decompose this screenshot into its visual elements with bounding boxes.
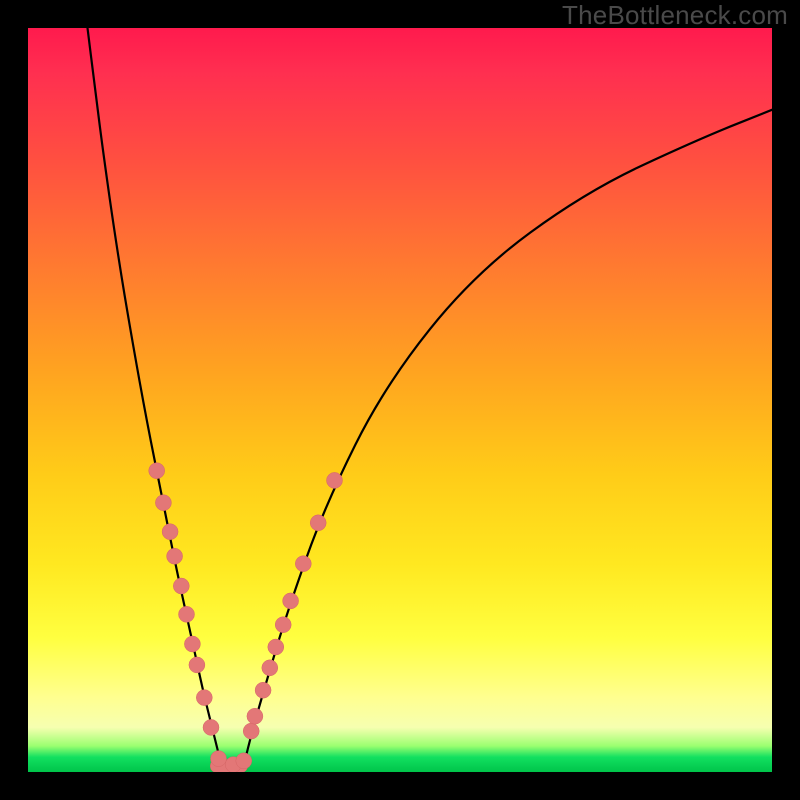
data-point <box>167 548 183 564</box>
data-point <box>149 463 165 479</box>
data-point <box>327 472 343 488</box>
data-point <box>203 719 219 735</box>
plot-area <box>28 28 772 772</box>
data-point <box>247 708 263 724</box>
series-right-curve <box>242 110 772 772</box>
chart-svg <box>28 28 772 772</box>
data-point <box>184 636 200 652</box>
data-point <box>173 578 189 594</box>
data-point <box>196 690 212 706</box>
data-point <box>268 639 284 655</box>
data-point <box>179 606 195 622</box>
data-point <box>310 515 326 531</box>
data-point <box>236 753 252 769</box>
data-point <box>275 617 291 633</box>
data-point <box>155 495 171 511</box>
data-point <box>283 593 299 609</box>
data-point <box>189 657 205 673</box>
data-point <box>211 751 227 767</box>
data-point <box>295 556 311 572</box>
data-point <box>243 723 259 739</box>
data-point <box>162 524 178 540</box>
data-point <box>262 660 278 676</box>
data-point <box>255 682 271 698</box>
watermark-text: TheBottleneck.com <box>562 0 788 31</box>
chart-frame: TheBottleneck.com <box>0 0 800 800</box>
